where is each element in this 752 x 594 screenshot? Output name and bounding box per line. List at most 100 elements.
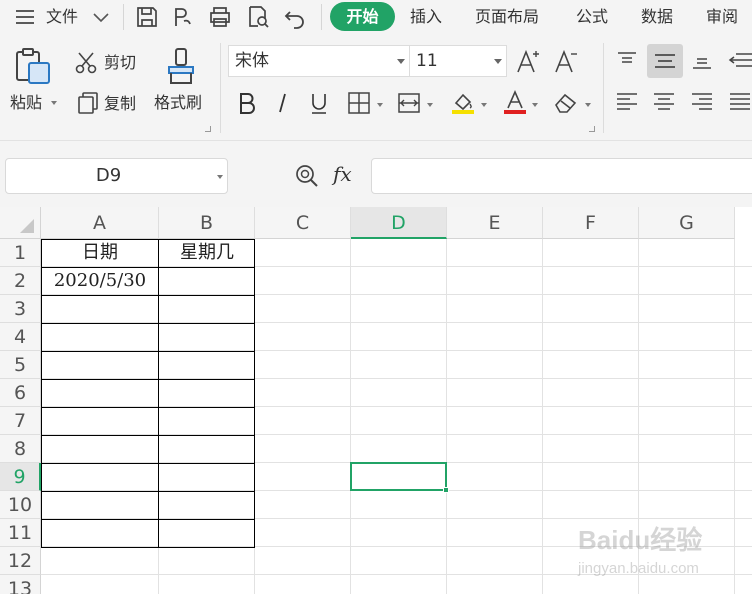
- row-header-12[interactable]: 12: [0, 547, 41, 575]
- formula-input[interactable]: [371, 158, 752, 194]
- save-icon[interactable]: [134, 4, 160, 30]
- tab-formulas[interactable]: 公式: [576, 0, 608, 33]
- active-cell-selection[interactable]: [350, 462, 447, 491]
- menu-separator: [321, 4, 322, 30]
- row-header-2[interactable]: 2: [0, 267, 41, 295]
- fill-color-icon[interactable]: [450, 89, 476, 115]
- wrap-text-icon[interactable]: [728, 49, 752, 71]
- column-header-e[interactable]: E: [447, 207, 543, 239]
- menu-bar: 文件 开始 插入 页面布局 公式 数据 审阅: [0, 0, 752, 33]
- table-border-line: [41, 407, 255, 408]
- merge-cells-icon[interactable]: [397, 91, 421, 115]
- align-middle-icon[interactable]: [647, 44, 683, 78]
- copy-button[interactable]: 复制: [104, 94, 136, 114]
- file-menu[interactable]: 文件: [46, 0, 78, 33]
- row-header-8[interactable]: 8: [0, 435, 41, 463]
- menu-separator: [123, 4, 124, 30]
- column-header-c[interactable]: C: [255, 207, 351, 239]
- zoom-search-icon[interactable]: [294, 163, 320, 189]
- row-header-13[interactable]: 13: [0, 575, 41, 594]
- tab-page-layout[interactable]: 页面布局: [475, 0, 539, 33]
- paste-button[interactable]: 粘贴: [10, 93, 42, 113]
- row-header-11[interactable]: 11: [0, 519, 41, 547]
- tab-start[interactable]: 开始: [330, 2, 395, 31]
- select-all-button[interactable]: [0, 207, 41, 239]
- name-box-value: D9: [95, 165, 122, 186]
- cut-button[interactable]: 剪切: [104, 53, 136, 73]
- font-color-dropdown-arrow[interactable]: [532, 103, 538, 107]
- row-header-4[interactable]: 4: [0, 323, 41, 351]
- row-header-5[interactable]: 5: [0, 351, 41, 379]
- table-border-line: [41, 379, 255, 380]
- clipboard-group-launcher[interactable]: [205, 126, 211, 132]
- watermark-main: Baidu经验: [578, 525, 703, 555]
- cell-a2[interactable]: 2020/5/30: [41, 267, 159, 295]
- font-color-swatch: [504, 110, 526, 114]
- merge-dropdown-arrow[interactable]: [427, 103, 433, 107]
- cell-b1[interactable]: 星期几: [159, 239, 255, 267]
- justify-icon[interactable]: [728, 91, 752, 113]
- table-border-line: [41, 435, 255, 436]
- font-group-launcher[interactable]: [589, 126, 595, 132]
- underline-icon[interactable]: [308, 91, 330, 115]
- cell-a1[interactable]: 日期: [41, 239, 159, 267]
- tab-data[interactable]: 数据: [641, 0, 673, 33]
- chevron-down-icon[interactable]: [88, 4, 114, 30]
- row-header-7[interactable]: 7: [0, 407, 41, 435]
- align-right-icon[interactable]: [690, 91, 714, 113]
- column-header-f[interactable]: F: [543, 207, 639, 239]
- font-size-select[interactable]: 11: [409, 45, 507, 77]
- hamburger-menu-icon[interactable]: [12, 4, 38, 30]
- font-color-icon[interactable]: [502, 89, 528, 115]
- fill-color-dropdown-arrow[interactable]: [481, 103, 487, 107]
- tab-review[interactable]: 审阅: [706, 0, 738, 33]
- ribbon-separator: [603, 43, 604, 133]
- row-header-9[interactable]: 9: [0, 463, 41, 491]
- chevron-down-icon[interactable]: [494, 59, 502, 64]
- column-header-b[interactable]: B: [159, 207, 255, 239]
- insert-function-button[interactable]: fx: [333, 164, 352, 184]
- table-border-line: [41, 519, 255, 520]
- decrease-font-size-icon[interactable]: [553, 47, 581, 75]
- row-header-6[interactable]: 6: [0, 379, 41, 407]
- paste-dropdown-arrow[interactable]: [51, 101, 57, 105]
- row-header-10[interactable]: 10: [0, 491, 41, 519]
- align-left-icon[interactable]: [615, 91, 639, 113]
- export-pdf-icon[interactable]: [170, 4, 196, 30]
- copy-icon[interactable]: [76, 91, 100, 115]
- borders-dropdown-arrow[interactable]: [377, 103, 383, 107]
- paste-icon[interactable]: [14, 47, 52, 85]
- gridline-vertical: [446, 239, 447, 594]
- name-box[interactable]: D9: [5, 158, 228, 194]
- gridline-vertical: [542, 239, 543, 594]
- format-painter-icon[interactable]: [166, 47, 198, 85]
- borders-icon[interactable]: [347, 91, 371, 115]
- format-painter-button[interactable]: 格式刷: [154, 93, 202, 113]
- column-header-a[interactable]: A: [41, 207, 159, 239]
- table-border-line: [41, 491, 255, 492]
- bold-icon[interactable]: [236, 91, 258, 115]
- column-header-g[interactable]: G: [639, 207, 735, 239]
- align-bottom-icon[interactable]: [690, 49, 714, 71]
- undo-icon[interactable]: [282, 4, 308, 30]
- eraser-icon[interactable]: [553, 90, 579, 114]
- align-top-icon[interactable]: [615, 49, 639, 71]
- row-header-3[interactable]: 3: [0, 295, 41, 323]
- print-icon[interactable]: [207, 4, 233, 30]
- column-header-d[interactable]: D: [351, 207, 447, 239]
- fill-handle[interactable]: [443, 487, 449, 493]
- print-preview-icon[interactable]: [245, 4, 271, 30]
- row-header-1[interactable]: 1: [0, 239, 41, 267]
- increase-font-size-icon[interactable]: [515, 47, 543, 75]
- font-size-value: 11: [416, 51, 438, 71]
- table-border-line: [41, 463, 255, 464]
- chevron-down-icon[interactable]: [217, 175, 223, 179]
- chevron-down-icon[interactable]: [397, 59, 405, 64]
- font-name-select[interactable]: 宋体: [228, 45, 410, 77]
- clear-dropdown-arrow[interactable]: [585, 103, 591, 107]
- align-center-icon[interactable]: [652, 91, 676, 113]
- tab-insert[interactable]: 插入: [410, 0, 442, 33]
- scissors-icon[interactable]: [74, 51, 98, 75]
- italic-icon[interactable]: [272, 91, 294, 115]
- table-border-line: [41, 323, 255, 324]
